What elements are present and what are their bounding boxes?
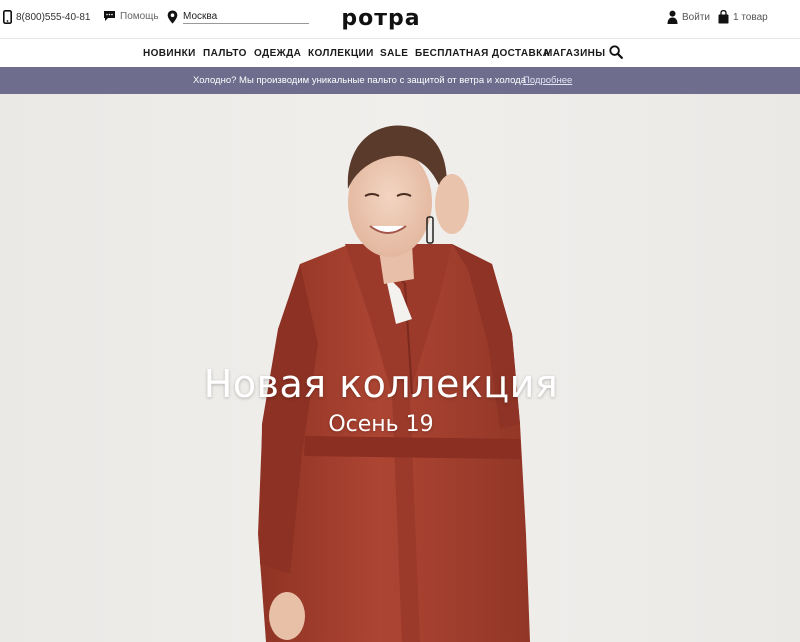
hero-title: Новая коллекция — [203, 362, 559, 406]
login-label: Войти — [682, 11, 710, 23]
search-icon[interactable] — [609, 45, 623, 59]
nav-item-clothing[interactable]: ОДЕЖДА — [254, 48, 301, 59]
logo-text: ротра — [341, 6, 420, 30]
promo-banner: Холодно? Мы производим уникальные пальто… — [0, 67, 800, 94]
hero-subtitle: Осень 19 — [328, 412, 434, 437]
shopping-bag-icon — [718, 10, 729, 24]
location-pin-icon — [167, 10, 178, 24]
cart-link[interactable]: 1 товар — [718, 10, 768, 24]
phone-icon — [3, 10, 12, 24]
promo-text: Холодно? Мы производим уникальные пальто… — [193, 75, 526, 86]
pompa-logo[interactable]: ротра — [322, 6, 440, 30]
nav-item-new[interactable]: НОВИНКИ — [143, 48, 196, 59]
city-selector[interactable]: Москва — [167, 10, 309, 24]
nav-item-free-delivery[interactable]: БЕСПЛАТНАЯ ДОСТАВКА — [415, 48, 550, 59]
nav-item-stores[interactable]: МАГАЗИНЫ — [544, 48, 605, 59]
hero-banner[interactable]: Новая коллекция Осень 19 — [0, 94, 800, 642]
city-input[interactable]: Москва — [183, 11, 309, 24]
nav-item-coats[interactable]: ПАЛЬТО — [203, 48, 247, 59]
login-link[interactable]: Войти — [667, 10, 710, 24]
user-icon — [667, 10, 678, 24]
phone-link[interactable]: 8(800)555-40-81 — [3, 10, 91, 24]
cart-label: 1 товар — [733, 11, 768, 23]
nav-item-collections[interactable]: КОЛЛЕКЦИИ — [308, 48, 374, 59]
main-nav: НОВИНКИ ПАЛЬТО ОДЕЖДА КОЛЛЕКЦИИ SALE БЕС… — [0, 39, 800, 67]
help-label: Помощь — [120, 10, 159, 22]
help-link[interactable]: Помощь — [103, 10, 159, 22]
phone-number: 8(800)555-40-81 — [16, 11, 91, 23]
nav-item-sale[interactable]: SALE — [380, 48, 408, 59]
promo-more-link[interactable]: Подробнее — [523, 75, 572, 86]
top-bar: 8(800)555-40-81 Помощь Москва ротра Войт… — [0, 0, 800, 38]
chat-bubble-icon — [104, 11, 115, 21]
